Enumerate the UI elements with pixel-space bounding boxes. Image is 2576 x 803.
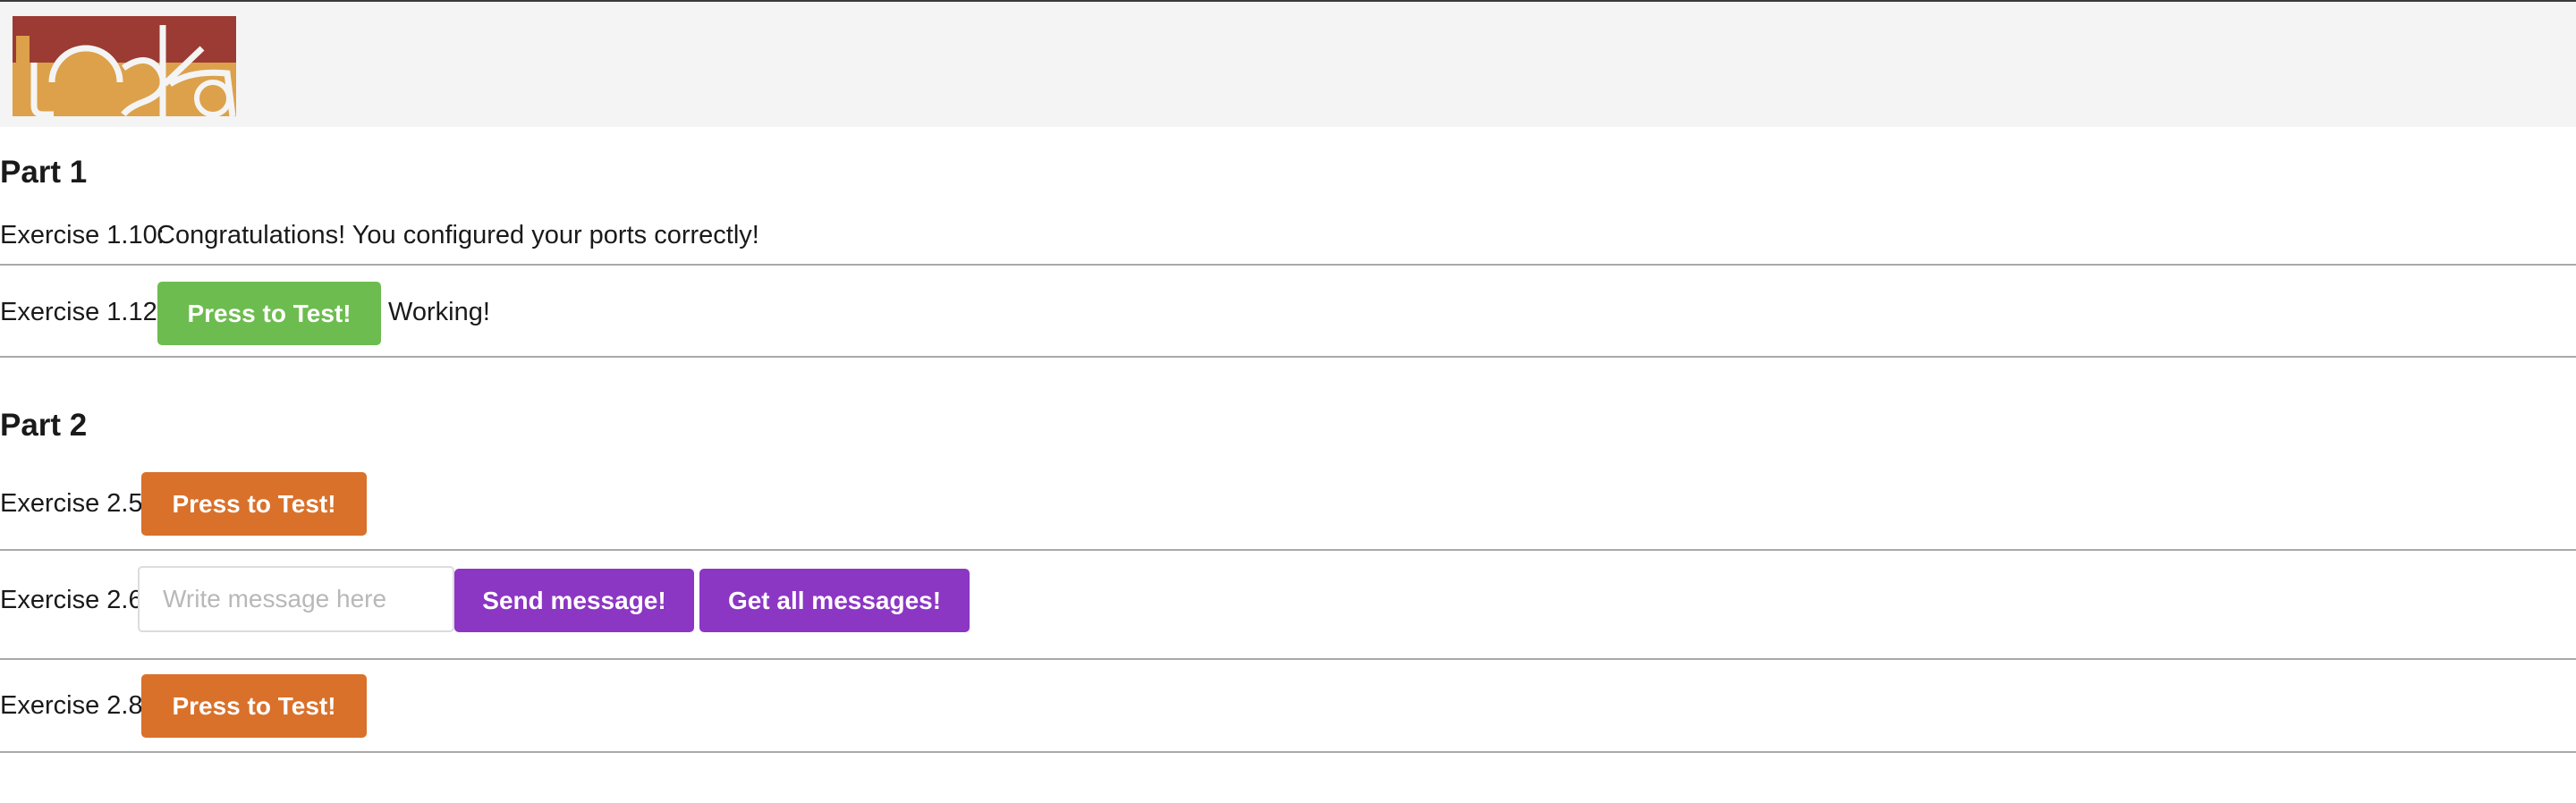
part1-title: Part 1 xyxy=(0,155,88,190)
toska-logo-icon[interactable] xyxy=(13,16,236,116)
divider xyxy=(0,356,2576,358)
divider xyxy=(0,751,2576,753)
header-bar xyxy=(0,0,2576,127)
exercise-2-8-label: Exercise 2.8: xyxy=(0,691,150,720)
exercise-2-5-label: Exercise 2.5: xyxy=(0,489,150,518)
get-all-messages-button[interactable]: Get all messages! xyxy=(699,569,970,632)
exercise-1-10-status: Congratulations! You configured your por… xyxy=(157,221,759,249)
divider xyxy=(0,549,2576,551)
exercise-2-6-label: Exercise 2.6: xyxy=(0,586,150,614)
part2-title: Part 2 xyxy=(0,408,88,443)
divider xyxy=(0,264,2576,266)
message-input[interactable] xyxy=(138,566,454,632)
exercise-2-8-test-button[interactable]: Press to Test! xyxy=(141,674,367,738)
exercise-1-12-label: Exercise 1.12: xyxy=(0,298,165,326)
divider xyxy=(0,658,2576,660)
exercise-1-12-result: Working! xyxy=(388,298,490,326)
exercise-2-5-test-button[interactable]: Press to Test! xyxy=(141,472,367,536)
send-message-button[interactable]: Send message! xyxy=(454,569,694,632)
exercise-1-12-test-button[interactable]: Press to Test! xyxy=(157,282,381,345)
exercise-1-10-label: Exercise 1.10: xyxy=(0,221,165,249)
